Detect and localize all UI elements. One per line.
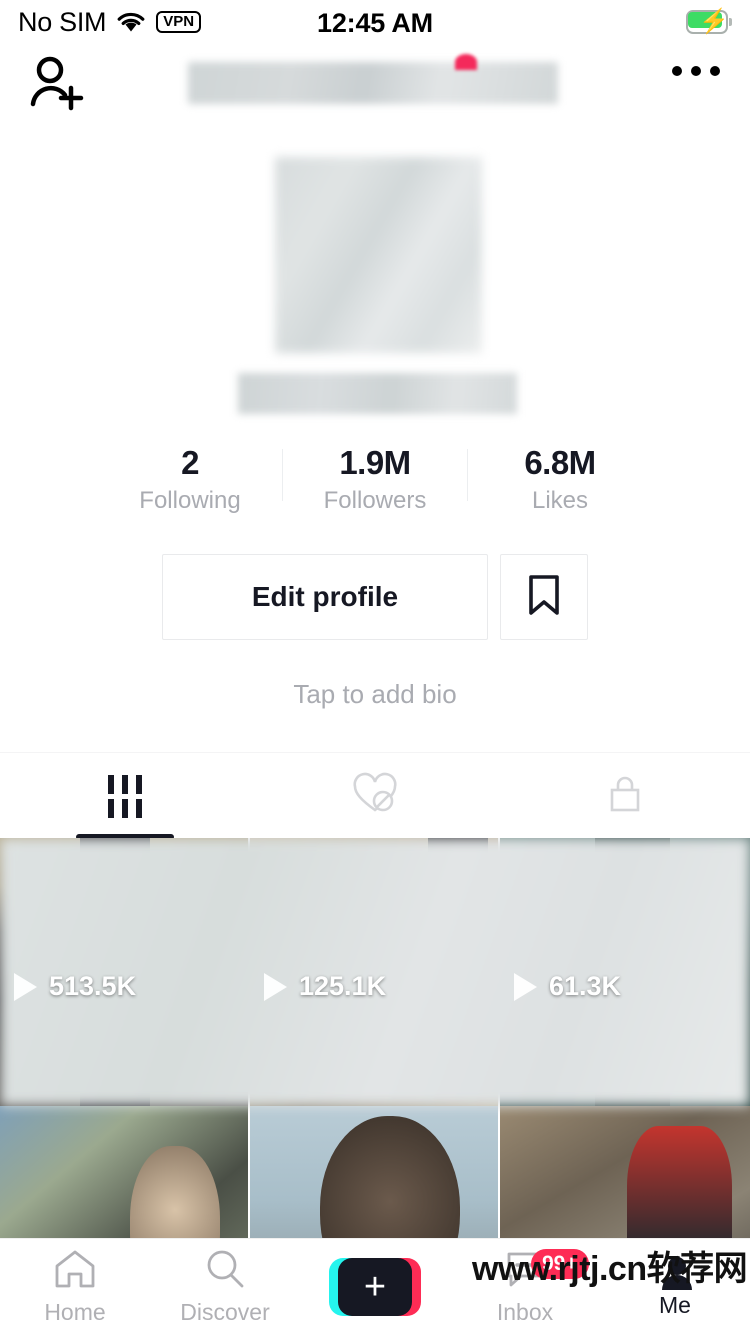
inbox-badge: 99+ (531, 1248, 589, 1279)
play-icon (14, 972, 37, 1001)
nav-inbox-label: Inbox (496, 1298, 554, 1325)
nav-create[interactable]: + (300, 1239, 450, 1335)
stat-likes[interactable]: 6.8M Likes (468, 443, 652, 516)
tab-private[interactable] (500, 753, 750, 840)
tiktok-profile-screen: No SIM VPN 12:45 AM ⚡ 2 Following 1.9M F… (0, 0, 750, 1334)
nav-discover[interactable]: Discover (150, 1239, 300, 1335)
status-bar-right: ⚡ (686, 9, 732, 35)
following-count: 2 (181, 444, 199, 481)
edit-profile-button[interactable]: Edit profile (162, 554, 488, 640)
username-handle-redacted (238, 373, 517, 414)
video-image (0, 1106, 248, 1248)
play-icon (514, 972, 537, 1001)
lock-icon (606, 772, 644, 821)
play-count: 513.5K (49, 971, 137, 1001)
profile-stats: 2 Following 1.9M Followers 6.8M Likes (0, 443, 750, 523)
nav-me[interactable]: Me (600, 1239, 750, 1335)
more-options-icon[interactable] (672, 66, 720, 76)
nav-home-label: Home (44, 1298, 106, 1325)
bio-placeholder[interactable]: Tap to add bio (0, 679, 750, 710)
followers-count: 1.9M (339, 444, 411, 481)
tab-posts[interactable] (0, 753, 250, 840)
add-user-icon[interactable] (26, 54, 88, 114)
stat-following[interactable]: 2 Following (98, 443, 282, 516)
username-redacted (188, 62, 558, 104)
nav-home[interactable]: Home (0, 1239, 150, 1335)
avatar[interactable] (275, 157, 482, 353)
following-label: Following (139, 487, 241, 514)
video-image (500, 1106, 750, 1248)
likes-label: Likes (531, 487, 589, 514)
username-notification-dot (455, 54, 477, 70)
profile-actions: Edit profile (0, 554, 750, 640)
battery-charging-icon: ⚡ (686, 9, 732, 35)
play-count-row: 61.3K (514, 971, 621, 1002)
stat-followers[interactable]: 1.9M Followers (283, 443, 467, 516)
carrier-label: No SIM (18, 6, 107, 37)
profile-icon (658, 1254, 692, 1290)
video-thumbnail[interactable] (500, 1106, 750, 1248)
tab-liked[interactable] (250, 753, 500, 840)
profile-tabs (0, 752, 750, 840)
grid-icon (108, 775, 142, 818)
followers-label: Followers (323, 487, 427, 514)
nav-inbox[interactable]: 99+ Inbox (450, 1239, 600, 1335)
bottom-navigation: Home Discover + 99+ Inbox Me (0, 1238, 750, 1334)
video-image (250, 1106, 498, 1248)
home-icon (53, 1248, 97, 1295)
play-count-row: 125.1K (264, 971, 386, 1002)
create-plus-icon[interactable]: + (329, 1257, 421, 1316)
search-icon (203, 1248, 247, 1295)
status-bar-left: No SIM VPN (18, 6, 202, 38)
video-grid: 513.5K 125.1K 61.3K (0, 838, 750, 1248)
heart-slash-icon (351, 772, 399, 821)
bookmark-icon (527, 574, 561, 621)
likes-count: 6.8M (524, 444, 596, 481)
play-count-row: 513.5K (14, 971, 136, 1002)
nav-discover-label: Discover (180, 1298, 270, 1325)
bookmark-button[interactable] (500, 554, 588, 640)
play-count: 61.3K (549, 971, 622, 1001)
status-bar: No SIM VPN 12:45 AM ⚡ (0, 0, 750, 44)
nav-me-label: Me (659, 1292, 691, 1318)
play-icon (264, 972, 287, 1001)
profile-top-bar (0, 44, 750, 124)
video-thumbnail[interactable] (250, 1106, 500, 1248)
play-count: 125.1K (299, 971, 387, 1001)
vpn-badge: VPN (156, 11, 202, 33)
wifi-icon (116, 11, 146, 33)
video-thumbnail[interactable] (0, 1106, 250, 1248)
